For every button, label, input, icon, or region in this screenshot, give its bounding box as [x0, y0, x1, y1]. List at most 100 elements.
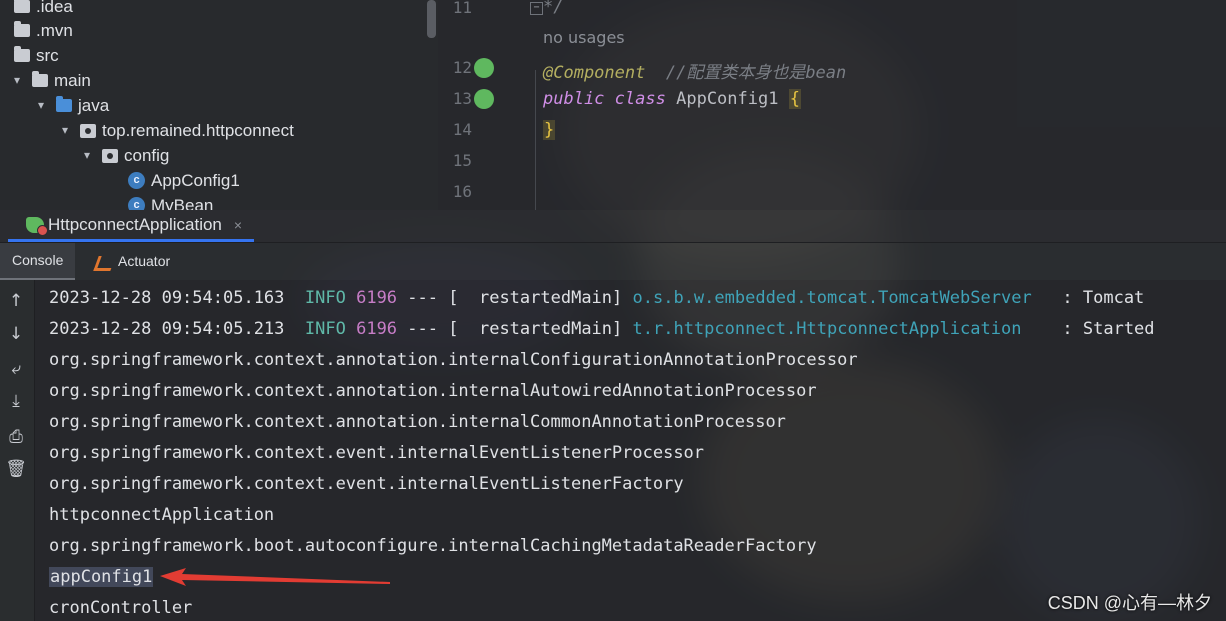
trash-icon[interactable]: 🗑: [5, 458, 27, 480]
log-line: org.springframework.context.annotation.i…: [49, 381, 817, 401]
spring-bean-icon[interactable]: [474, 89, 494, 109]
log-pid: 6196: [356, 319, 398, 339]
log-line: org.springframework.context.annotation.i…: [49, 350, 858, 370]
highlighted-bean-name: appConfig1: [49, 567, 154, 587]
log-separator: ---: [407, 288, 439, 308]
tree-item-main[interactable]: ▾ main: [10, 68, 91, 93]
log-logger[interactable]: o.s.b.w.embedded.tomcat.TomcatWebServer: [633, 288, 1032, 308]
folder-icon: [14, 46, 30, 62]
log-line: org.springframework.boot.autoconfigure.i…: [49, 536, 817, 556]
log-timestamp: 2023-12-28 09:54:05.163: [49, 288, 285, 308]
chevron-down-icon[interactable]: ▾: [58, 118, 72, 143]
log-level: INFO: [304, 288, 346, 308]
line-number: 13: [452, 89, 472, 108]
tree-item-label: .mvn: [36, 21, 73, 40]
tree-item-idea[interactable]: .idea: [14, 0, 73, 19]
package-icon: [102, 148, 118, 163]
log-line: httpconnectApplication: [49, 505, 275, 525]
run-tab-httpconnect[interactable]: HttpconnectApplication ×: [8, 210, 255, 242]
log-pid: 6196: [356, 288, 398, 308]
folder-icon: [14, 21, 30, 37]
code-line-13: public class AppConfig1 {: [543, 89, 801, 109]
tree-item-label: main: [54, 71, 91, 90]
code-editor[interactable]: 11 12 13 14 15 16 − */ no usages @Compon…: [438, 0, 1226, 210]
tree-item-mybean[interactable]: c MyBean: [128, 193, 213, 210]
spring-boot-app-icon: [26, 216, 48, 236]
log-logger[interactable]: t.r.httpconnect.HttpconnectApplication: [633, 319, 1022, 339]
close-icon[interactable]: ×: [234, 217, 242, 233]
spring-bean-icon[interactable]: [474, 58, 494, 78]
project-tree: .idea .mvn src ▾ main ▾ java ▾ top.remai…: [0, 0, 438, 210]
log-line: 2023-12-28 09:54:05.213 INFO 6196 --- [ …: [49, 316, 1155, 342]
code-comment-end: */: [543, 0, 564, 17]
tree-item-package-root[interactable]: ▾ top.remained.httpconnect: [58, 118, 294, 143]
watermark: CSDN @心有—林夕: [1047, 593, 1212, 613]
tree-item-java[interactable]: ▾ java: [34, 93, 109, 118]
log-line: cronController: [49, 598, 193, 618]
tree-item-label: MyBean: [151, 196, 214, 210]
close-brace: }: [543, 120, 556, 140]
inline-comment: //配置类本身也是bean: [665, 63, 847, 83]
tree-item-label: src: [36, 46, 59, 65]
console-toolbar: ↑ ↓ ⤶ ⤓ ⎙ 🗑: [0, 280, 35, 621]
soft-wrap-icon[interactable]: ⤶: [5, 358, 27, 380]
arrow-down-icon[interactable]: ↓: [5, 323, 27, 345]
actuator-icon: [94, 254, 112, 270]
chevron-down-icon[interactable]: ▾: [80, 143, 94, 168]
indent-guide: [535, 70, 536, 210]
log-line: org.springframework.context.annotation.i…: [49, 412, 786, 432]
log-line: appConfig1: [49, 564, 154, 590]
tree-item-label: top.remained.httpconnect: [102, 121, 294, 140]
log-level: INFO: [304, 319, 346, 339]
folder-icon: [14, 0, 30, 13]
tree-item-src[interactable]: src: [14, 43, 59, 68]
tree-item-mvn[interactable]: .mvn: [14, 18, 73, 43]
log-line: org.springframework.context.event.intern…: [49, 474, 684, 494]
log-message: : Tomcat: [1041, 288, 1145, 308]
tree-item-label: .idea: [36, 0, 73, 16]
open-brace: {: [788, 89, 801, 109]
log-thread: [ restartedMain]: [448, 319, 623, 339]
annotation-token: @Component: [543, 63, 646, 83]
keyword-class: class: [614, 89, 666, 109]
tree-item-label: config: [124, 146, 170, 165]
code-line-14: }: [543, 120, 556, 140]
log-timestamp: 2023-12-28 09:54:05.213: [49, 319, 285, 339]
chevron-down-icon[interactable]: ▾: [34, 93, 48, 118]
log-separator: ---: [407, 319, 439, 339]
usages-hint[interactable]: no usages: [543, 28, 625, 47]
run-sub-tabs: Console Actuator: [0, 243, 1226, 280]
run-tab-label: HttpconnectApplication: [48, 214, 222, 234]
print-icon[interactable]: ⎙: [5, 426, 27, 448]
line-number: 11: [452, 0, 472, 17]
class-name-token: AppConfig1: [676, 89, 779, 109]
tree-scrollbar[interactable]: [427, 0, 436, 38]
class-icon: c: [128, 172, 145, 189]
line-number: 16: [452, 182, 472, 201]
fold-icon[interactable]: −: [530, 2, 543, 15]
tree-item-label: AppConfig1: [151, 171, 240, 190]
tab-actuator-label: Actuator: [118, 253, 171, 269]
tree-item-appconfig1[interactable]: c AppConfig1: [128, 168, 240, 193]
log-thread: [ restartedMain]: [448, 288, 623, 308]
folder-icon: [32, 71, 48, 87]
line-number: 14: [452, 120, 472, 139]
chevron-down-icon[interactable]: ▾: [10, 68, 24, 93]
arrow-up-icon[interactable]: ↑: [5, 290, 27, 312]
tree-item-label: java: [78, 96, 110, 115]
tab-console[interactable]: Console: [0, 243, 76, 280]
log-line: org.springframework.context.event.intern…: [49, 443, 705, 463]
keyword-public: public: [543, 89, 605, 109]
scroll-to-end-icon[interactable]: ⤓: [5, 390, 27, 412]
line-number: 15: [452, 151, 472, 170]
package-icon: [80, 123, 96, 138]
log-message: : Started: [1031, 319, 1155, 339]
tree-item-config[interactable]: ▾ config: [80, 143, 169, 168]
class-icon: c: [128, 197, 145, 210]
tab-actuator[interactable]: Actuator: [90, 243, 174, 280]
code-line-12: @Component //配置类本身也是bean: [543, 58, 846, 83]
tab-console-label: Console: [12, 252, 64, 268]
annotation-arrow-icon: [160, 568, 390, 586]
line-number: 12: [452, 58, 472, 77]
source-folder-icon: [56, 96, 72, 112]
